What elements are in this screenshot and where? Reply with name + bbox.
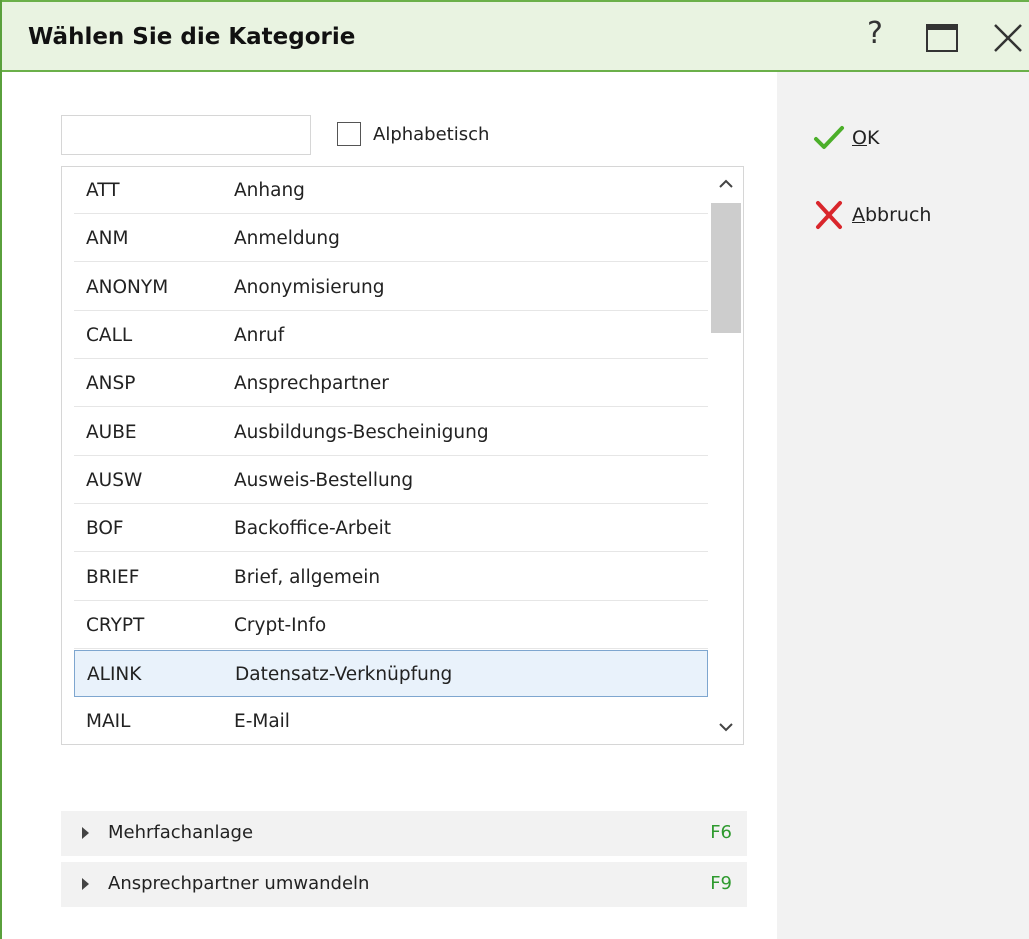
category-name: Datensatz-Verknüpfung xyxy=(235,664,453,685)
scroll-up-button[interactable] xyxy=(709,167,743,201)
vertical-scrollbar[interactable] xyxy=(709,167,743,744)
category-name: Ausbildungs-Bescheinigung xyxy=(234,422,489,443)
category-name: Anmeldung xyxy=(234,228,340,249)
check-icon xyxy=(814,126,844,149)
close-button[interactable] xyxy=(987,18,1027,58)
expander-label: Mehrfachanlage xyxy=(108,822,254,843)
cancel-label: Abbruch xyxy=(852,204,932,226)
help-button[interactable]: ? xyxy=(855,16,895,56)
list-item[interactable]: MAIL E-Mail xyxy=(74,698,708,744)
category-dialog: Wählen Sie die Kategorie ? Alphabetisch … xyxy=(0,0,1029,939)
category-code: AUBE xyxy=(86,422,137,443)
multi-create-expander[interactable]: Mehrfachanlage F6 xyxy=(61,811,747,856)
category-name: Crypt-Info xyxy=(234,615,327,636)
list-item[interactable]: AUSW Ausweis-Bestellung xyxy=(74,457,708,504)
category-code: ANSP xyxy=(86,373,136,394)
expand-arrow-icon xyxy=(82,827,89,839)
category-code: ANONYM xyxy=(86,277,169,298)
search-input[interactable] xyxy=(61,115,311,155)
maximize-icon xyxy=(926,24,958,52)
category-code: ANM xyxy=(86,228,129,249)
alphabetical-label: Alphabetisch xyxy=(373,123,490,145)
category-name: Ansprechpartner xyxy=(234,373,389,394)
expand-arrow-icon xyxy=(82,878,89,890)
category-name: Anruf xyxy=(234,325,285,346)
list-item[interactable]: CALL Anruf xyxy=(74,312,708,359)
close-icon xyxy=(994,24,1022,52)
list-item[interactable]: BOF Backoffice-Arbeit xyxy=(74,505,708,552)
chevron-down-icon xyxy=(719,723,733,732)
cross-icon xyxy=(816,201,842,229)
category-name: Backoffice-Arbeit xyxy=(234,518,392,539)
ok-label: OK xyxy=(852,127,880,149)
maximize-button[interactable] xyxy=(922,18,962,58)
chevron-up-icon xyxy=(719,179,733,188)
category-name: Anonymisierung xyxy=(234,277,385,298)
category-code: ATT xyxy=(86,180,120,201)
category-code: CALL xyxy=(86,325,133,346)
dialog-title: Wählen Sie die Kategorie xyxy=(28,24,356,50)
list-item[interactable]: BRIEF Brief, allgemein xyxy=(74,554,708,601)
category-name: Anhang xyxy=(234,180,305,201)
cancel-button[interactable]: Abbruch xyxy=(812,198,931,232)
list-item[interactable]: CRYPT Crypt-Info xyxy=(74,602,708,649)
list-item[interactable]: AUBE Ausbildungs-Bescheinigung xyxy=(74,409,708,456)
category-code: MAIL xyxy=(86,711,131,732)
list-item[interactable]: ANONYM Anonymisierung xyxy=(74,264,708,311)
scrollbar-thumb[interactable] xyxy=(711,203,741,333)
category-name: E-Mail xyxy=(234,711,290,732)
alphabetical-checkbox-box[interactable] xyxy=(337,122,361,146)
expander-label: Ansprechpartner umwandeln xyxy=(108,873,370,894)
convert-contact-expander[interactable]: Ansprechpartner umwandeln F9 xyxy=(61,862,747,907)
category-code: CRYPT xyxy=(86,615,145,636)
category-code: ALINK xyxy=(87,664,142,685)
category-name: Ausweis-Bestellung xyxy=(234,470,414,491)
list-item[interactable]: ANM Anmeldung xyxy=(74,215,708,262)
list-item[interactable]: ANSP Ansprechpartner xyxy=(74,360,708,407)
shortcut-key: F9 xyxy=(710,873,732,894)
shortcut-key: F6 xyxy=(710,822,732,843)
list-item-selected[interactable]: ALINK Datensatz-Verknüpfung xyxy=(74,650,708,697)
category-code: BRIEF xyxy=(86,567,140,588)
category-list[interactable]: ATT Anhang ANM Anmeldung ANONYM Anonymis… xyxy=(61,166,744,745)
list-item[interactable]: ATT Anhang xyxy=(74,167,708,214)
category-name: Brief, allgemein xyxy=(234,567,381,588)
title-bar: Wählen Sie die Kategorie ? xyxy=(2,0,1029,72)
alphabetical-checkbox[interactable]: Alphabetisch xyxy=(337,120,489,148)
category-code: AUSW xyxy=(86,470,143,491)
scroll-down-button[interactable] xyxy=(709,712,743,744)
category-code: BOF xyxy=(86,518,124,539)
ok-button[interactable]: OK xyxy=(812,121,879,155)
